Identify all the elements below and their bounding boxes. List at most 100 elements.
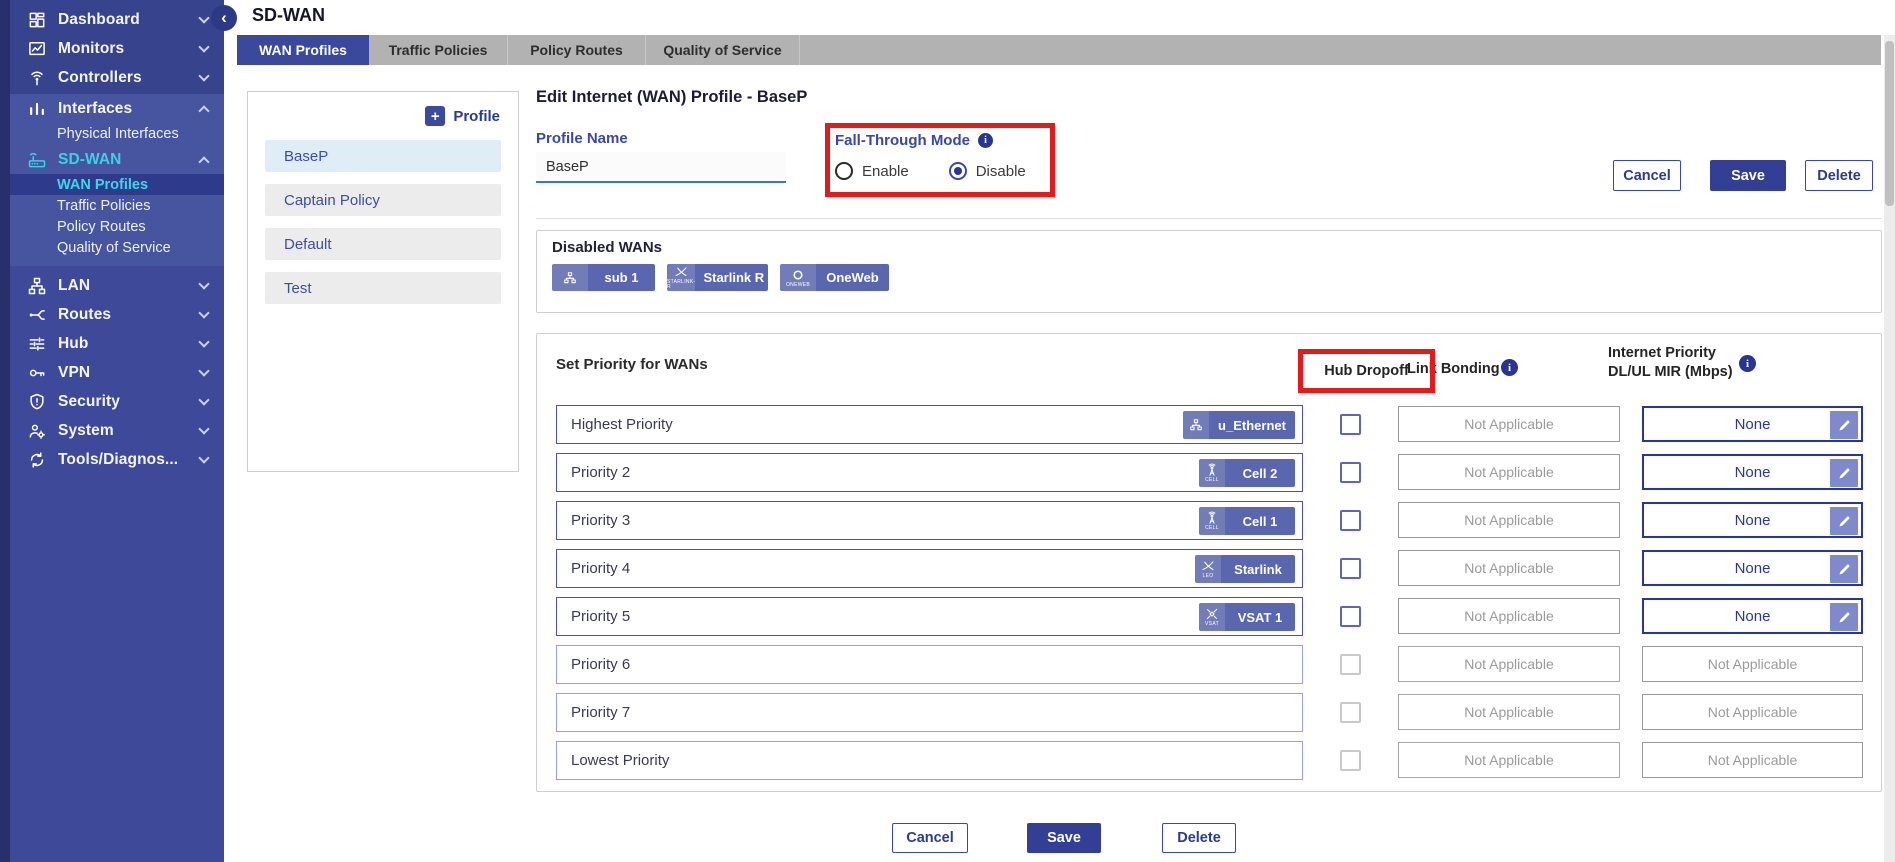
sidebar-item-traffic-policies[interactable]: Traffic Policies — [10, 195, 224, 216]
sidebar-item-controllers[interactable]: Controllers — [10, 63, 224, 92]
add-profile-button[interactable]: + Profile — [425, 106, 500, 126]
profile-name-input[interactable] — [536, 152, 786, 183]
tab-wan-profiles[interactable]: WAN Profiles — [237, 35, 369, 65]
sidebar-item-vpn[interactable]: VPN — [10, 358, 224, 387]
edit-pencil-button[interactable] — [1830, 411, 1858, 439]
hub-dropoff-checkbox-disabled — [1340, 750, 1361, 771]
scrollbar-track — [1884, 35, 1895, 862]
tab-quality-of-service[interactable]: Quality of Service — [646, 35, 800, 65]
cancel-button[interactable]: Cancel — [892, 823, 968, 853]
sidebar-item-wan-profiles[interactable]: WAN Profiles — [10, 174, 224, 195]
profile-item-test[interactable]: Test — [265, 272, 501, 304]
edit-pencil-button[interactable] — [1830, 507, 1858, 535]
enable-radio[interactable]: Enable — [835, 162, 909, 180]
sidebar-item-label: Controllers — [58, 69, 142, 87]
priority-row: Priority 5 VSAT VSAT 1 Not Applicable No… — [556, 597, 1886, 636]
wan-chip-u-ethernet[interactable]: u_Ethernet — [1183, 411, 1295, 439]
sidebar-item-label: SD-WAN — [58, 151, 121, 169]
info-icon[interactable]: i — [1501, 359, 1518, 376]
profile-item-captain-policy[interactable]: Captain Policy — [265, 184, 501, 216]
priority-row-box[interactable]: Priority 4 LEO Starlink — [556, 549, 1303, 588]
priority-row: Lowest Priority Not Applicable Not Appli… — [556, 741, 1886, 780]
wan-chip-cell2[interactable]: CELL Cell 2 — [1199, 459, 1295, 487]
profile-item-default[interactable]: Default — [265, 228, 501, 260]
sidebar-item-monitors[interactable]: Monitors — [10, 34, 224, 63]
app-window: Dashboard Monitors Controllers Interface… — [0, 0, 1895, 862]
sidebar-item-label: Dashboard — [58, 11, 140, 29]
fall-through-label-row: Fall-Through Mode i — [835, 132, 1045, 149]
shield-icon — [27, 392, 47, 412]
chevron-up-icon — [198, 156, 209, 167]
disabled-wans-chips: sub 1 STARLINK-R Starlink R ONEWEB OneWe… — [552, 264, 889, 291]
delete-button[interactable]: Delete — [1805, 160, 1873, 191]
sidebar-item-interfaces[interactable]: Interfaces — [10, 94, 224, 123]
cell-tower-icon: CELL — [1199, 459, 1225, 487]
wan-chip-starlink-r[interactable]: STARLINK-R Starlink R — [667, 264, 768, 291]
pencil-icon — [1837, 514, 1852, 529]
routes-icon — [27, 305, 47, 325]
sidebar-collapse-button[interactable]: ‹ — [211, 5, 237, 31]
sidebar-item-quality-of-service[interactable]: Quality of Service — [10, 237, 224, 258]
wan-chip-sub1[interactable]: sub 1 — [552, 264, 655, 291]
link-bonding-value: Not Applicable — [1398, 550, 1620, 586]
sidebar-item-routes[interactable]: Routes — [10, 300, 224, 329]
sidebar-item-policy-routes[interactable]: Policy Routes — [10, 216, 224, 237]
link-bonding-value: Not Applicable — [1398, 502, 1620, 538]
edit-pencil-button[interactable] — [1830, 555, 1858, 583]
profile-item-basep[interactable]: BaseP — [265, 140, 501, 172]
internet-priority-value: None — [1642, 598, 1863, 634]
hub-dropoff-checkbox[interactable] — [1340, 510, 1361, 531]
sidebar-item-label: System — [58, 422, 114, 440]
info-icon[interactable]: i — [1739, 355, 1756, 372]
sidebar-item-label: Hub — [58, 335, 88, 353]
priority-row-box[interactable]: Priority 7 — [556, 693, 1303, 732]
sidebar-item-tools-diagnostics[interactable]: Tools/Diagnos... — [10, 445, 224, 474]
wan-chip-oneweb[interactable]: ONEWEB OneWeb — [780, 264, 889, 291]
add-profile-row: + Profile — [248, 92, 518, 132]
chevron-down-icon — [198, 41, 209, 52]
sidebar-item-dashboard[interactable]: Dashboard — [10, 5, 224, 34]
sidebar-item-hub[interactable]: Hub — [10, 329, 224, 358]
tab-traffic-policies[interactable]: Traffic Policies — [369, 35, 508, 65]
hub-dropoff-checkbox[interactable] — [1340, 558, 1361, 579]
wan-chip-vsat1[interactable]: VSAT VSAT 1 — [1199, 603, 1295, 631]
hub-dropoff-checkbox[interactable] — [1340, 414, 1361, 435]
save-button[interactable]: Save — [1027, 823, 1101, 853]
info-icon[interactable]: i — [978, 133, 993, 148]
priority-row-box[interactable]: Highest Priority u_Ethernet — [556, 405, 1303, 444]
save-button[interactable]: Save — [1710, 160, 1786, 191]
edit-pencil-button[interactable] — [1830, 603, 1858, 631]
sidebar-item-system[interactable]: System — [10, 416, 224, 445]
tab-policy-routes[interactable]: Policy Routes — [508, 35, 646, 65]
wan-chip-cell1[interactable]: CELL Cell 1 — [1199, 507, 1295, 535]
scrollbar-thumb[interactable] — [1885, 41, 1894, 206]
sidebar-item-sd-wan[interactable]: SD-WAN — [10, 145, 224, 174]
priority-row: Priority 7 Not Applicable Not Applicable — [556, 693, 1886, 732]
priority-row-box[interactable]: Lowest Priority — [556, 741, 1303, 780]
internet-priority-value: Not Applicable — [1642, 646, 1863, 682]
pencil-icon — [1837, 610, 1852, 625]
sidebar-item-security[interactable]: Security — [10, 387, 224, 416]
chevron-down-icon — [198, 365, 209, 376]
add-profile-label: Profile — [453, 108, 500, 125]
wan-chip-starlink[interactable]: LEO Starlink — [1195, 555, 1295, 583]
cancel-button[interactable]: Cancel — [1613, 160, 1681, 191]
disable-radio[interactable]: Disable — [949, 162, 1026, 180]
edit-pencil-button[interactable] — [1830, 459, 1858, 487]
internet-priority-value: None — [1642, 502, 1863, 538]
hub-icon — [27, 334, 47, 354]
priority-row-box[interactable]: Priority 6 — [556, 645, 1303, 684]
priority-title: Set Priority for WANs — [556, 356, 708, 373]
tab-bar: WAN Profiles Traffic Policies Policy Rou… — [237, 35, 1881, 65]
priority-row-box[interactable]: Priority 5 VSAT VSAT 1 — [556, 597, 1303, 636]
sidebar-item-physical-interfaces[interactable]: Physical Interfaces — [10, 123, 224, 145]
priority-row-box[interactable]: Priority 2 CELL Cell 2 — [556, 453, 1303, 492]
priority-row-box[interactable]: Priority 3 CELL Cell 1 — [556, 501, 1303, 540]
hub-dropoff-checkbox[interactable] — [1340, 606, 1361, 627]
chevron-left-icon: ‹ — [221, 8, 227, 27]
chevron-down-icon — [198, 278, 209, 289]
sidebar-item-lan[interactable]: LAN — [10, 271, 224, 300]
hub-dropoff-checkbox[interactable] — [1340, 462, 1361, 483]
delete-button[interactable]: Delete — [1162, 823, 1236, 853]
link-bonding-value: Not Applicable — [1398, 646, 1620, 682]
